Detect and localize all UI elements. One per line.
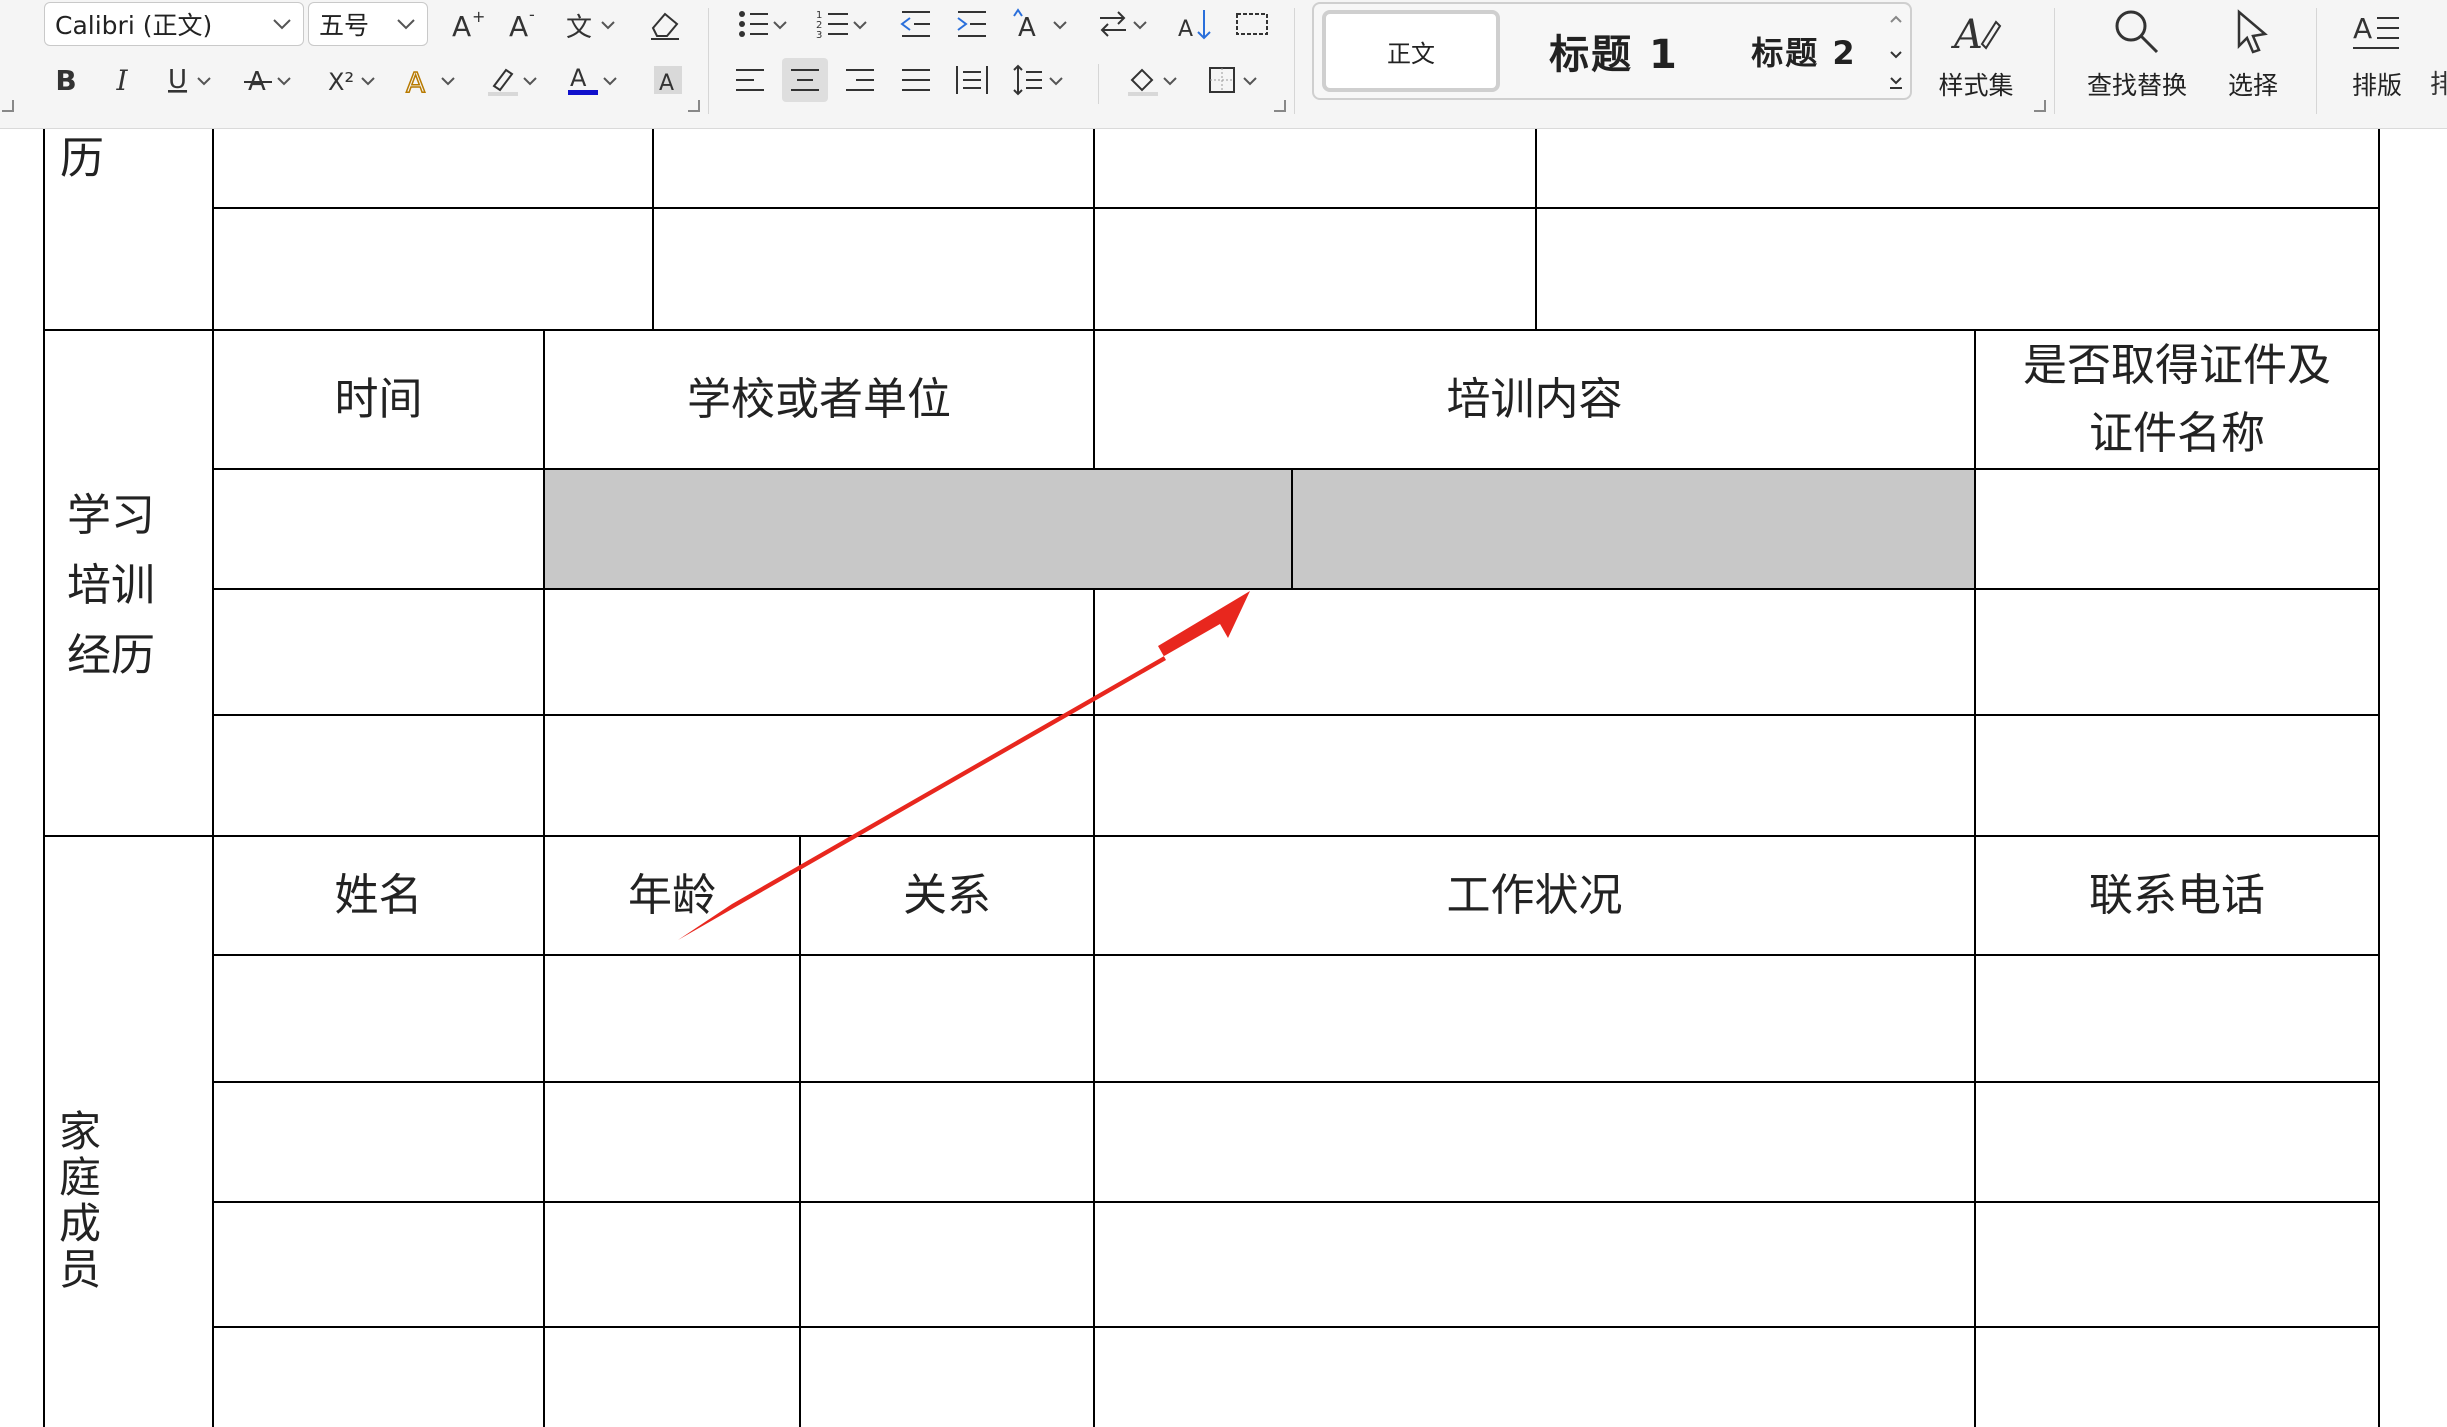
font-size-value: 五号 bbox=[319, 11, 370, 40]
ribbon-separator bbox=[1294, 8, 1295, 114]
shading-icon[interactable] bbox=[1124, 60, 1184, 100]
text-effect-icon[interactable]: A bbox=[402, 60, 462, 100]
ribbon-separator bbox=[2054, 8, 2055, 114]
svg-text:文: 文 bbox=[566, 13, 592, 42]
svg-text:A: A bbox=[1018, 13, 1036, 42]
highlight-color-icon[interactable] bbox=[484, 60, 544, 100]
decrease-indent-icon[interactable] bbox=[896, 4, 936, 44]
bullets-icon[interactable] bbox=[734, 4, 794, 44]
style-set-icon: A bbox=[1950, 12, 2002, 58]
increase-indent-icon[interactable] bbox=[952, 4, 992, 44]
svg-text:A: A bbox=[570, 64, 587, 92]
find-replace-label: 查找替换 bbox=[2086, 71, 2187, 100]
font-name-value: Calibri (正文) bbox=[55, 11, 213, 40]
paragraph-dialog-launcher-icon[interactable] bbox=[1274, 100, 1286, 112]
svg-text:A: A bbox=[1950, 12, 1983, 58]
layout-icon: A bbox=[2353, 12, 2399, 49]
line-spacing-icon[interactable] bbox=[1010, 60, 1070, 100]
char-shading-icon[interactable]: A bbox=[648, 60, 688, 100]
ribbon-separator bbox=[708, 8, 709, 114]
distributed-icon[interactable] bbox=[952, 60, 992, 100]
styles-gallery: 正文 标题 1 标题 2 bbox=[1312, 2, 1912, 100]
select-button[interactable]: 选择 bbox=[2210, 0, 2296, 110]
ribbon-toolbar: Calibri (正文) 五号 A + A- 文 B I U A X² A A A bbox=[0, 0, 2447, 129]
style-normal[interactable]: 正文 bbox=[1322, 10, 1500, 92]
italic-icon[interactable]: I bbox=[104, 60, 140, 100]
font-dialog-launcher-icon[interactable] bbox=[2, 100, 14, 112]
bold-icon[interactable]: B bbox=[48, 60, 84, 100]
layout-button[interactable]: A 排版 bbox=[2334, 0, 2420, 110]
sort-icon[interactable]: A bbox=[1176, 4, 1216, 44]
search-icon bbox=[2115, 10, 2159, 54]
styles-dialog-launcher-icon[interactable] bbox=[2034, 100, 2046, 112]
truncated-ribbon-label[interactable]: 排 bbox=[2430, 62, 2447, 102]
svg-text:A: A bbox=[452, 10, 471, 42]
svg-text:A: A bbox=[2353, 12, 2372, 45]
chevron-down-icon bbox=[397, 19, 415, 30]
superscript-icon[interactable]: X² bbox=[322, 60, 382, 100]
document-canvas: 历 学习 培训 经历 家 庭 成 员 时间 学校或者单位 培训内容 是否取得证件… bbox=[0, 129, 2447, 1427]
style-heading-1[interactable]: 标题 1 bbox=[1514, 10, 1714, 92]
red-arrow-annotation bbox=[678, 591, 1250, 940]
font-group-launcher-icon[interactable] bbox=[688, 100, 700, 112]
svg-text:A: A bbox=[406, 66, 425, 98]
find-replace-button[interactable]: 查找替换 bbox=[2076, 0, 2198, 110]
font-name-select[interactable]: Calibri (正文) bbox=[44, 2, 304, 46]
arrow-shape bbox=[678, 591, 1250, 940]
align-right-icon[interactable] bbox=[840, 60, 880, 100]
svg-text:A: A bbox=[1178, 17, 1193, 42]
svg-text:X²: X² bbox=[328, 68, 354, 96]
swap-icon[interactable] bbox=[1094, 4, 1154, 44]
borders-icon[interactable] bbox=[1204, 60, 1264, 100]
gallery-scroll[interactable] bbox=[1886, 8, 1906, 94]
layout-label: 排版 bbox=[2351, 71, 2402, 100]
ribbon-separator bbox=[1098, 64, 1099, 104]
font-color-icon[interactable]: A bbox=[564, 60, 624, 100]
ribbon-separator bbox=[2316, 8, 2317, 114]
style-set-label: 样式集 bbox=[1938, 71, 2014, 100]
numbering-icon[interactable]: 123 bbox=[814, 4, 874, 44]
underline-icon[interactable]: U bbox=[160, 60, 220, 100]
grow-font-icon[interactable]: A + bbox=[448, 4, 488, 44]
show-marks-icon[interactable] bbox=[1232, 4, 1272, 44]
svg-text:A: A bbox=[509, 10, 528, 42]
style-heading-2[interactable]: 标题 2 bbox=[1724, 10, 1884, 92]
svg-text:+: + bbox=[472, 7, 485, 26]
svg-text:U: U bbox=[168, 65, 187, 95]
svg-text:A: A bbox=[659, 71, 674, 96]
chevron-down-icon bbox=[273, 19, 291, 30]
shrink-font-icon[interactable]: A- bbox=[505, 4, 545, 44]
style-set-button[interactable]: A 样式集 bbox=[1926, 0, 2026, 110]
select-label: 选择 bbox=[2227, 71, 2278, 100]
svg-text:3: 3 bbox=[816, 30, 822, 41]
cursor-arrow-icon bbox=[2237, 9, 2268, 54]
phonetic-guide-icon[interactable]: 文 bbox=[562, 4, 622, 44]
align-left-icon[interactable] bbox=[730, 60, 770, 100]
gallery-scroll-icon bbox=[1890, 15, 1902, 89]
justify-icon[interactable] bbox=[896, 60, 936, 100]
text-direction-icon[interactable]: A bbox=[1010, 4, 1074, 44]
eraser-icon[interactable] bbox=[645, 4, 685, 44]
align-center-icon[interactable] bbox=[782, 58, 828, 102]
svg-text:-: - bbox=[529, 6, 535, 24]
font-size-select[interactable]: 五号 bbox=[308, 2, 428, 46]
strikethrough-icon[interactable]: A bbox=[240, 60, 300, 100]
